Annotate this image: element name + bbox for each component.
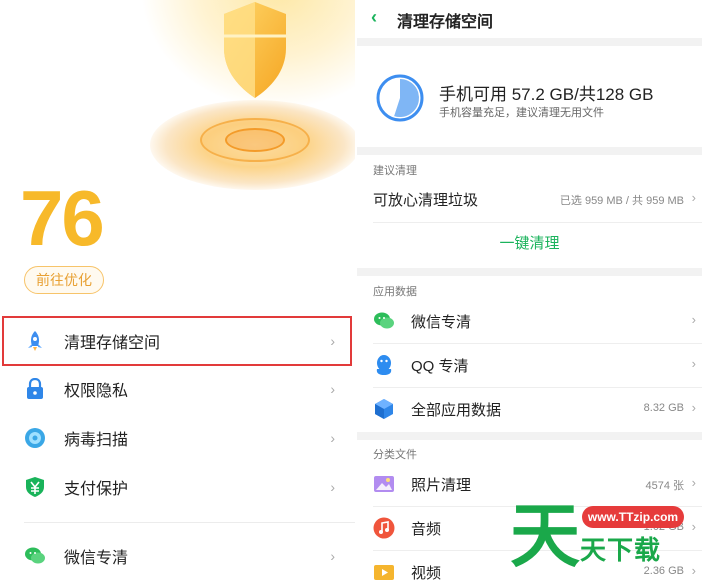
menu-item-payment-protection[interactable]: 支付保护 › [0, 463, 355, 511]
chevron-right-icon: › [330, 548, 335, 564]
row-value: 8.32 GB [643, 402, 684, 414]
security-home-panel: 76 前往优化 清理存储空间 › 权限隐私 › 病毒扫描 › 支付保护 › 微信… [0, 0, 355, 587]
section-header-app-data: 应用数据 [373, 286, 417, 298]
watermark-url: www.TTzip.com [582, 506, 684, 528]
security-hero-graphic [140, 0, 355, 205]
menu-item-virus-scan[interactable]: 病毒扫描 › [0, 414, 355, 462]
chevron-right-icon: › [691, 400, 696, 415]
page-title: 清理存储空间 [397, 14, 494, 31]
watermark-name: 天下载 [580, 535, 662, 565]
menu-item-privacy[interactable]: 权限隐私 › [0, 365, 355, 413]
app-row-wechat[interactable]: 微信专清 › [357, 299, 702, 343]
chevron-right-icon: › [330, 381, 335, 397]
shield-icon [224, 2, 286, 98]
chevron-right-icon: › [691, 190, 696, 205]
back-icon[interactable]: ‹ [371, 7, 377, 28]
menu-item-label: 病毒扫描 [64, 432, 129, 449]
storage-hint: 手机容量充足，建议清理无用文件 [439, 107, 604, 119]
video-icon [374, 565, 394, 580]
storage-summary: 手机可用 57.2 GB/共128 GB [439, 85, 654, 104]
chevron-right-icon: › [691, 563, 696, 578]
row-label: 可放心清理垃圾 [373, 192, 479, 209]
menu-item-label: 微信专清 [64, 550, 129, 567]
row-value: 4574 张 [645, 480, 684, 492]
wechat-icon [25, 547, 45, 564]
app-row-qq[interactable]: QQ 专清 › [357, 343, 702, 387]
chevron-right-icon: › [691, 519, 696, 534]
chevron-right-icon: › [691, 312, 696, 327]
chevron-right-icon: › [691, 356, 696, 371]
row-label: QQ 专清 [411, 358, 469, 375]
section-header-suggest: 建议清理 [373, 165, 417, 177]
menu-item-wechat-clean[interactable]: 微信专清 › [0, 532, 355, 580]
chevron-right-icon: › [330, 479, 335, 495]
row-value: 已选 959 MB / 共 959 MB [559, 195, 684, 207]
section-header-categories: 分类文件 [373, 449, 417, 461]
site-watermark: 天 www.TTzip.com 天下载 [510, 497, 690, 587]
yen-shield-icon [26, 477, 44, 497]
row-label: 视频 [411, 565, 442, 582]
divider [24, 522, 355, 523]
qq-icon [376, 355, 392, 375]
optimize-button[interactable]: 前往优化 [24, 266, 104, 294]
row-label: 音频 [411, 521, 442, 538]
menu-item-label: 支付保护 [64, 481, 129, 498]
highlight-box [2, 316, 352, 366]
one-click-clean-button[interactable]: 一键清理 [357, 232, 702, 253]
photo-icon [374, 476, 394, 492]
watermark-logo-char: 天 [510, 497, 580, 575]
wechat-icon [374, 312, 394, 329]
chevron-right-icon: › [691, 475, 696, 490]
storage-pie-icon [376, 74, 424, 122]
chevron-right-icon: › [330, 430, 335, 446]
scan-icon [25, 428, 45, 448]
menu-item-label: 权限隐私 [64, 383, 129, 400]
row-label: 微信专清 [411, 314, 472, 331]
cube-icon [375, 399, 393, 419]
junk-clean-row[interactable]: 可放心清理垃圾 已选 959 MB / 共 959 MB › [357, 177, 702, 221]
row-label: 全部应用数据 [411, 402, 502, 419]
row-label: 照片清理 [411, 477, 472, 494]
lock-icon [27, 378, 43, 399]
security-score: 76 [20, 174, 105, 262]
app-row-all-apps[interactable]: 全部应用数据 8.32 GB › [357, 387, 702, 431]
music-icon [373, 517, 395, 539]
top-bar: ‹ 清理存储空间 [357, 0, 702, 38]
